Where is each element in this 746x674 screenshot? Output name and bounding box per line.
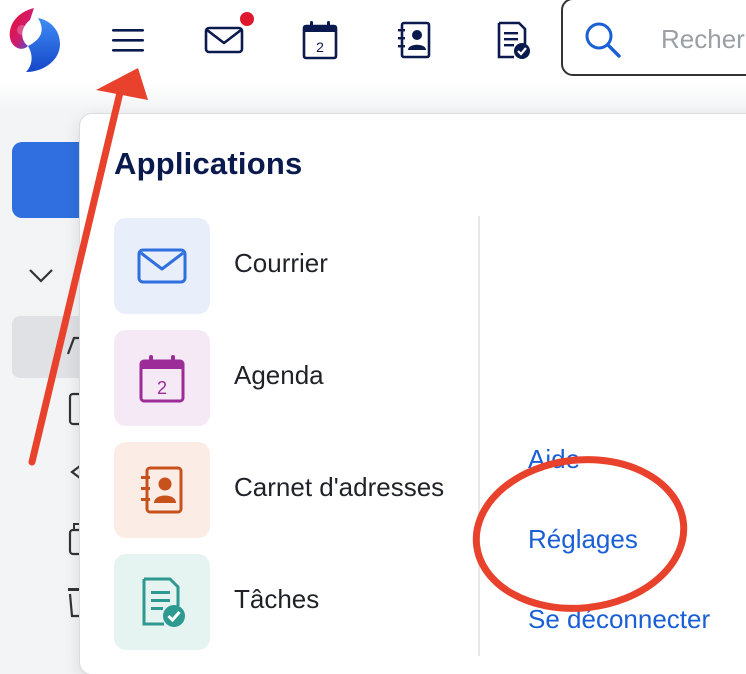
app-item-taches[interactable]: Tâches [114,554,474,650]
help-link[interactable]: Aide [528,444,580,475]
agenda-day: 2 [157,378,167,398]
panel-divider [478,216,480,656]
calendar-button[interactable]: 2 [298,18,342,62]
app-label-carnet-adresses: Carnet d'adresses [234,472,445,502]
swisscom-logo[interactable] [4,6,66,76]
app-item-carnet-adresses[interactable]: Carnet d'adresses [114,442,474,538]
calendar-icon: 2 [302,21,338,60]
menu-icon [112,29,144,52]
mail-icon [137,248,187,284]
menu-button[interactable] [106,18,150,62]
app-item-agenda[interactable]: 2 Agenda [114,330,474,426]
app-label-agenda: Agenda [234,360,324,390]
calendar-icon: 2 [139,355,185,403]
app-tile-taches [114,554,210,650]
app-tile-courrier [114,218,210,314]
app-tile-carnet-adresses [114,442,210,538]
app-item-courrier[interactable]: Courrier [114,218,474,314]
notification-dot [238,10,256,28]
contacts-icon [398,21,431,59]
panel-title: Applications [114,146,303,181]
chevron-down-icon[interactable] [28,266,54,284]
tasks-button[interactable] [490,18,534,62]
contacts-button[interactable] [392,18,436,62]
logout-link[interactable]: Se déconnecter [528,604,710,635]
search-box[interactable]: Recherc [561,0,746,76]
tasks-icon [497,21,530,59]
mail-icon [204,26,244,54]
contacts-icon [141,466,183,514]
search-icon [585,22,621,58]
app-label-taches: Tâches [234,584,320,614]
tasks-icon [142,577,185,627]
app-label-courrier: Courrier [234,248,328,278]
top-bar-shadow [0,80,746,110]
search-placeholder: Recherc [661,24,746,54]
calendar-day: 2 [316,39,324,55]
settings-link[interactable]: Réglages [528,524,638,555]
app-tile-agenda: 2 [114,330,210,426]
